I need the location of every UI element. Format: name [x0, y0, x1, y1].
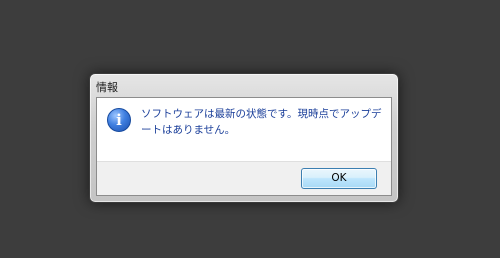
dialog-title: 情報	[96, 81, 118, 94]
info-icon: i	[107, 108, 131, 132]
info-dialog: 情報 i ソフトウェアは最新の状態です。現時点でアップデートはありません。 OK	[89, 73, 399, 203]
button-bar: OK	[97, 161, 391, 195]
dialog-message: ソフトウェアは最新の状態です。現時点でアップデートはありません。	[141, 108, 382, 136]
ok-button[interactable]: OK	[301, 168, 377, 189]
message-area: i ソフトウェアは最新の状態です。現時点でアップデートはありません。	[97, 98, 391, 163]
dialog-body: i ソフトウェアは最新の状態です。現時点でアップデートはありません。 OK	[96, 97, 392, 196]
